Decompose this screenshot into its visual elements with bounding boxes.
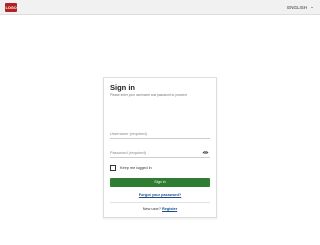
- new-user-row: New user? Register: [104, 207, 216, 211]
- remember-checkbox[interactable]: [110, 165, 116, 171]
- language-selector[interactable]: ENGLISH: [287, 3, 313, 12]
- new-user-text: New user?: [142, 207, 161, 211]
- username-input[interactable]: [110, 129, 210, 139]
- register-link[interactable]: Register: [162, 207, 177, 211]
- language-label: ENGLISH: [287, 5, 307, 10]
- login-card: Sign in Please enter your username and p…: [103, 77, 217, 218]
- divider: [110, 202, 210, 203]
- remember-me[interactable]: Keep me logged in: [110, 165, 152, 171]
- chevron-down-icon: [311, 7, 313, 8]
- remember-label: Keep me logged in: [120, 166, 152, 170]
- forgot-password-link[interactable]: Forgot your password?: [104, 193, 216, 197]
- eye-icon[interactable]: [202, 150, 209, 155]
- logo[interactable]: LOGO: [5, 3, 17, 12]
- sign-in-button[interactable]: Sign in: [110, 178, 210, 187]
- page-title: Sign in: [110, 83, 135, 92]
- logo-text: LOGO: [5, 5, 17, 10]
- password-input[interactable]: [110, 148, 210, 158]
- top-bar: LOGO ENGLISH: [0, 0, 320, 15]
- login-subtitle: Please enter your username and password …: [110, 93, 187, 97]
